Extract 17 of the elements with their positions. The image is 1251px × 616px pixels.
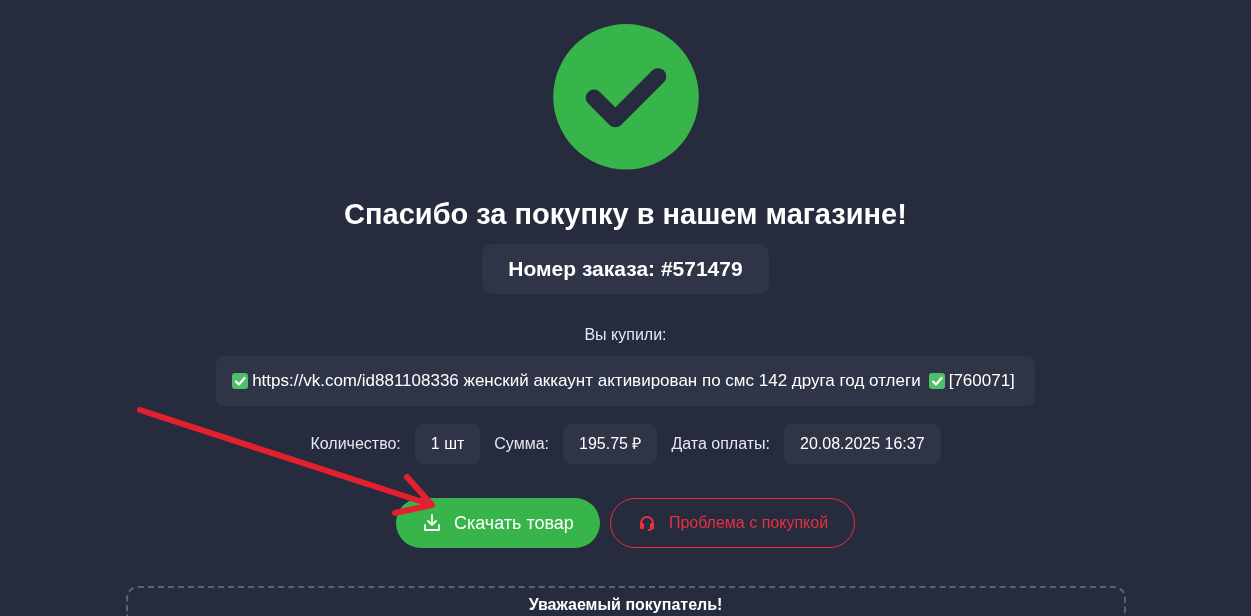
- detail-label: Дата оплаты:: [671, 435, 770, 453]
- order-number: Номер заказа: #571479: [482, 243, 769, 294]
- detail-label: Количество:: [310, 435, 401, 453]
- check-circle-icon: [550, 24, 701, 170]
- notice-heading: Уважаемый покупатель!: [528, 596, 723, 615]
- download-icon: [421, 513, 442, 533]
- purchased-label: Вы купили:: [584, 325, 667, 344]
- detail-label: Сумма:: [494, 435, 550, 453]
- product-text: [760071]: [948, 370, 1015, 391]
- detail-value: 195.75 ₽: [563, 424, 658, 464]
- detail-value: 1 шт: [414, 424, 481, 464]
- page-title: Спасибо за покупку в нашем магазине!: [344, 196, 907, 232]
- product-text: https://vk.com/id881108336 женский аккаунт активирован по смс 142 друга год отлеги: [252, 370, 921, 391]
- download-button[interactable]: Скачать товар: [395, 498, 600, 548]
- checkmark-icon: [232, 372, 249, 389]
- checkmark-icon: [928, 372, 945, 389]
- detail-value: 20.08.2025 16:37: [784, 424, 941, 464]
